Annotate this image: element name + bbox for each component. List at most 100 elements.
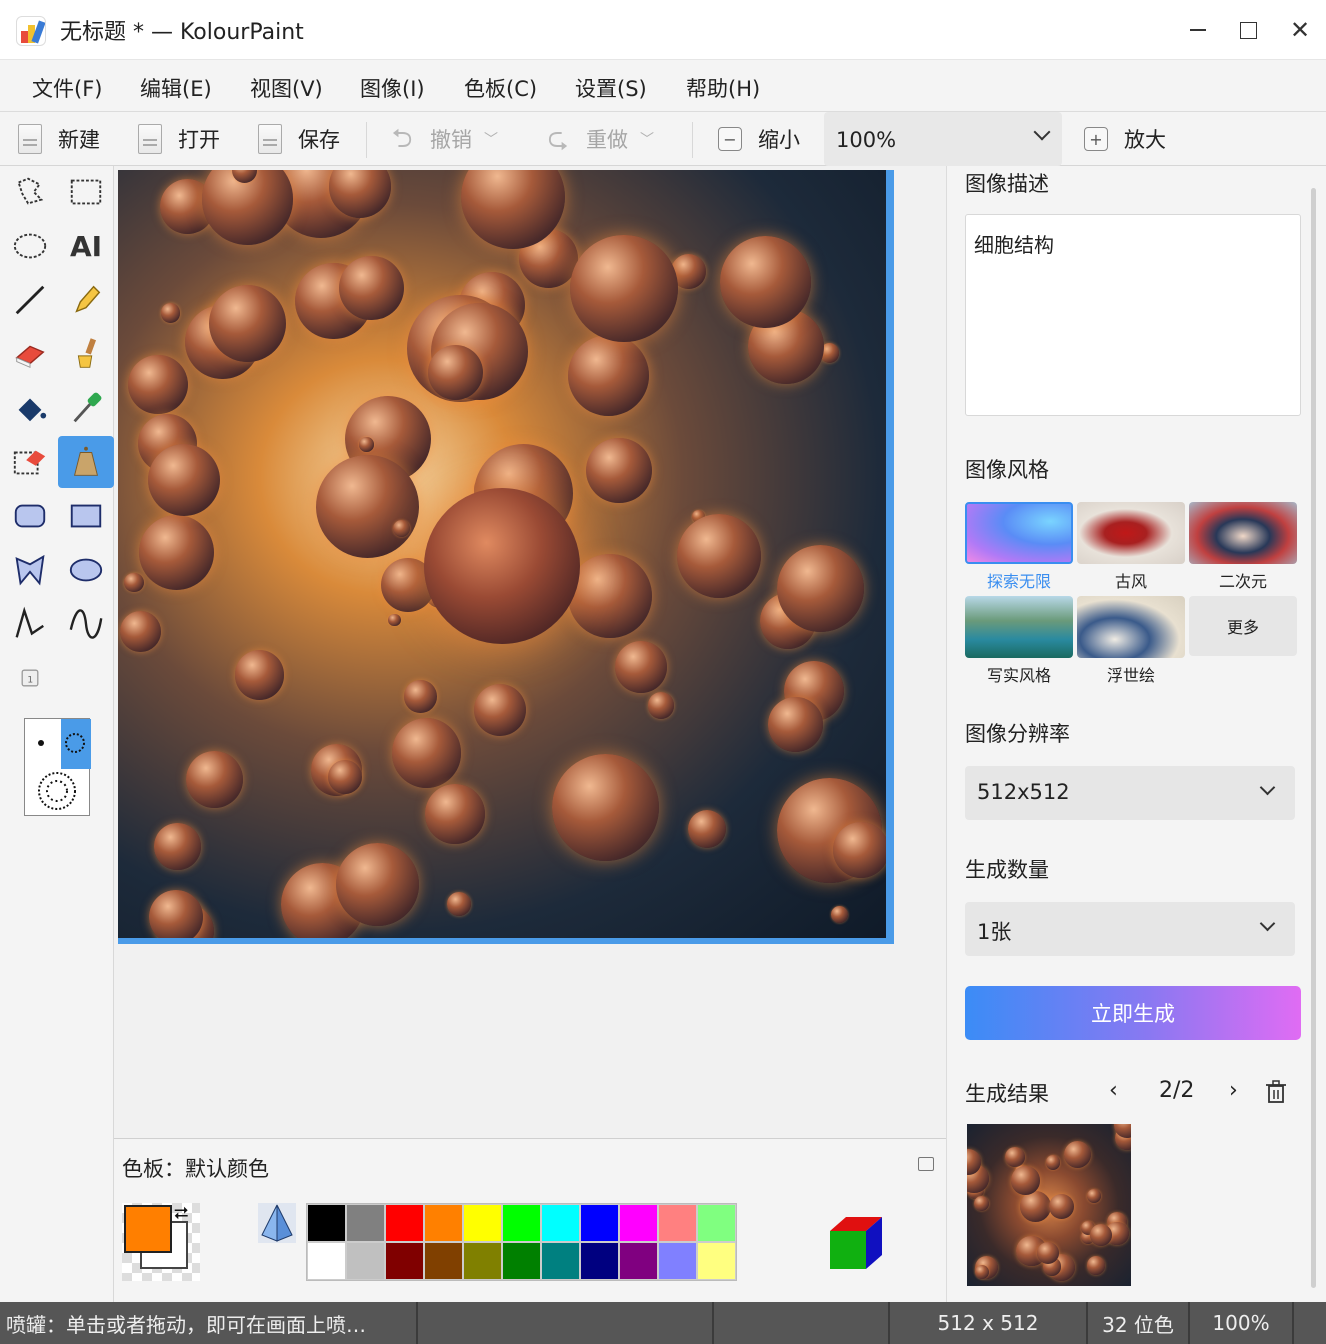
color-swatch[interactable] xyxy=(502,1204,541,1242)
brush-tool[interactable] xyxy=(58,328,114,380)
result-page: 2/2 xyxy=(1159,1078,1195,1103)
save-button[interactable]: 保存 xyxy=(258,120,340,158)
free-select-tool[interactable] xyxy=(2,166,58,218)
cell-sphere xyxy=(359,437,374,452)
pen-tool[interactable] xyxy=(58,274,114,326)
zoom-out-button[interactable]: − 缩小 xyxy=(718,120,800,158)
restore-panel-icon[interactable] xyxy=(918,1157,934,1171)
color-swatch[interactable] xyxy=(385,1204,424,1242)
delete-icon[interactable] xyxy=(1265,1080,1287,1104)
zoom-in-button[interactable]: + 放大 xyxy=(1084,120,1166,158)
rect-select-tool[interactable] xyxy=(58,166,114,218)
more-styles-button[interactable]: 更多 xyxy=(1189,596,1297,656)
ellipse-select-tool[interactable] xyxy=(2,220,58,272)
line-tool[interactable] xyxy=(2,274,58,326)
canvas-area[interactable] xyxy=(114,166,946,1138)
style-ukiyoe[interactable]: 浮世绘 xyxy=(1077,596,1185,686)
color-swatch[interactable] xyxy=(658,1204,697,1242)
rounded-rect-tool[interactable] xyxy=(2,490,58,542)
status-hint: 喷罐：单击或者拖动，即可在画面上喷… xyxy=(0,1302,418,1344)
prev-result-button[interactable]: ‹ xyxy=(1109,1078,1118,1103)
color-swatch[interactable] xyxy=(580,1204,619,1242)
menu-help[interactable]: 帮助(H) xyxy=(686,73,760,103)
status-image-size: 512 x 512 xyxy=(890,1302,1088,1344)
new-button[interactable]: 新建 xyxy=(18,120,100,158)
style-explore[interactable]: 探索无限 xyxy=(965,502,1073,592)
cell-sphere xyxy=(552,753,660,861)
color-swatch[interactable] xyxy=(697,1242,736,1280)
style-ancient-thumb xyxy=(1077,502,1185,564)
minimize-button[interactable] xyxy=(1178,10,1218,50)
toolbar-separator xyxy=(366,122,367,158)
color-swatch[interactable] xyxy=(541,1242,580,1280)
menu-edit[interactable]: 编辑(E) xyxy=(140,73,212,103)
small-tool-button[interactable]: 1 xyxy=(2,652,58,704)
eraser-tool[interactable] xyxy=(2,328,58,380)
color-swatch[interactable] xyxy=(346,1242,385,1280)
palette-panel: 色板：默认颜色 ⮂ xyxy=(114,1138,946,1302)
color-swatch[interactable] xyxy=(385,1242,424,1280)
menu-colors[interactable]: 色板(C) xyxy=(464,73,537,103)
cell-sphere xyxy=(208,285,286,363)
polygon-tool[interactable] xyxy=(2,544,58,596)
current-colors[interactable]: ⮂ xyxy=(122,1203,200,1281)
color-swatch[interactable] xyxy=(541,1204,580,1242)
color-swatch[interactable] xyxy=(307,1204,346,1242)
color-swatch[interactable] xyxy=(619,1204,658,1242)
zoom-select[interactable]: 100% xyxy=(824,112,1062,166)
menu-view[interactable]: 视图(V) xyxy=(250,73,323,103)
menu-bar: 文件(F) 编辑(E) 视图(V) 图像(I) 色板(C) 设置(S) 帮助(H… xyxy=(0,60,1326,112)
redo-dropdown-icon[interactable]: ﹀ xyxy=(640,129,654,149)
color-swatch[interactable] xyxy=(346,1204,385,1242)
color-eraser-tool[interactable] xyxy=(2,436,58,488)
desc-textarea[interactable]: 细胞结构 xyxy=(965,214,1301,416)
status-empty-1 xyxy=(418,1302,714,1344)
open-button[interactable]: 打开 xyxy=(138,120,220,158)
color-similarity-icon[interactable] xyxy=(258,1203,296,1243)
next-result-button[interactable]: › xyxy=(1229,1078,1238,1103)
style-ancient[interactable]: 古风 xyxy=(1077,502,1185,592)
result-thumbnail[interactable] xyxy=(967,1124,1131,1286)
color-swatch[interactable] xyxy=(658,1242,697,1280)
color-picker-tool[interactable] xyxy=(58,382,114,434)
ellipse-tool[interactable] xyxy=(58,544,114,596)
style-realistic[interactable]: 写实风格 xyxy=(965,596,1073,686)
curve-tool[interactable] xyxy=(58,598,114,650)
color-swatch[interactable] xyxy=(463,1204,502,1242)
redo-button[interactable]: ⮎ 重做 ﹀ xyxy=(542,120,654,158)
color-swatch[interactable] xyxy=(424,1204,463,1242)
close-button[interactable]: ✕ xyxy=(1280,10,1320,50)
color-swatch[interactable] xyxy=(580,1242,619,1280)
menu-image[interactable]: 图像(I) xyxy=(360,73,425,103)
spraycan-tool[interactable] xyxy=(58,436,114,488)
color-swatch[interactable] xyxy=(619,1242,658,1280)
color-swatch[interactable] xyxy=(424,1242,463,1280)
text-tool[interactable]: AI xyxy=(58,220,114,272)
style-anime[interactable]: 二次元 xyxy=(1189,502,1297,592)
flood-fill-tool[interactable] xyxy=(2,382,58,434)
resolution-select[interactable]: 512x512 xyxy=(965,766,1295,820)
color-swatch[interactable] xyxy=(502,1242,541,1280)
undo-button[interactable]: ⮌ 撤销 ﹀ xyxy=(386,120,498,158)
undo-dropdown-icon[interactable]: ﹀ xyxy=(484,129,498,149)
line-icon xyxy=(15,285,45,315)
menu-settings[interactable]: 设置(S) xyxy=(575,73,647,103)
canvas-image[interactable] xyxy=(118,170,886,938)
count-select[interactable]: 1张 xyxy=(965,902,1295,956)
close-icon: ✕ xyxy=(1289,16,1311,44)
maximize-button[interactable] xyxy=(1228,10,1268,50)
rect-tool[interactable] xyxy=(58,490,114,542)
generate-button[interactable]: 立即生成 xyxy=(965,986,1301,1040)
menu-file[interactable]: 文件(F) xyxy=(32,73,102,103)
curve-icon xyxy=(69,609,103,639)
polyline-tool[interactable] xyxy=(2,598,58,650)
save-label: 保存 xyxy=(298,128,340,152)
redo-label: 重做 xyxy=(586,128,628,152)
foreground-color[interactable] xyxy=(124,1205,172,1253)
color-cube-icon[interactable] xyxy=(826,1213,886,1273)
spray-size-selector[interactable] xyxy=(24,718,91,816)
color-swatch[interactable] xyxy=(307,1242,346,1280)
color-swatch[interactable] xyxy=(463,1242,502,1280)
color-swatch[interactable] xyxy=(697,1204,736,1242)
panel-scrollbar[interactable] xyxy=(1311,188,1316,1288)
